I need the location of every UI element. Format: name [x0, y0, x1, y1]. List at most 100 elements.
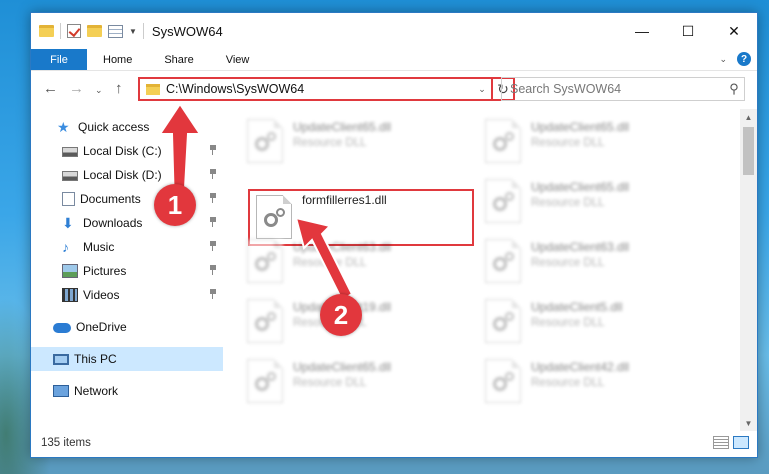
file-tile[interactable]: UpdateClient42.dll Resource DLL [465, 355, 697, 409]
divider [142, 23, 144, 39]
dll-file-icon [485, 359, 521, 403]
cloud-icon [53, 323, 71, 333]
file-name: UpdateClient63.dll [293, 240, 392, 254]
search-box[interactable]: Search SysWOW64 ⚲ [501, 77, 745, 101]
file-tile[interactable]: UpdateClient65.dll Resource DLL [227, 115, 459, 169]
dll-file-icon [485, 299, 521, 343]
network-icon [53, 385, 69, 397]
pictures-icon [62, 264, 78, 278]
file-tile[interactable]: UpdateClient65.dll Resource DLL [465, 115, 697, 169]
divider [60, 23, 61, 39]
pin-icon [209, 169, 217, 179]
sidebar-item-videos[interactable]: Videos [31, 283, 223, 307]
close-button[interactable]: ✕ [711, 13, 757, 49]
tab-file[interactable]: File [31, 49, 87, 70]
sidebar-item-network[interactable]: Network [31, 379, 223, 403]
sidebar-item-label: This PC [74, 352, 117, 366]
maximize-button[interactable]: ☐ [665, 13, 711, 49]
videos-icon [62, 288, 78, 302]
dll-file-icon [485, 239, 521, 283]
sidebar-item-label: Network [74, 384, 119, 398]
file-tile[interactable]: UpdateClient65.dll Resource DLL [227, 355, 459, 409]
file-tile[interactable]: UpdateClient5.dll Resource DLL [465, 295, 697, 349]
sidebar-item-label: Local Disk (D:) [83, 168, 162, 182]
download-icon: ⬇ [62, 215, 74, 231]
back-arrow-icon[interactable]: ← [43, 80, 58, 97]
navigation-bar: ← → ⌄ ↑ C:\Windows\SysWOW64 ⌄ ↻ Search S… [31, 71, 757, 109]
properties-check-icon[interactable] [67, 24, 81, 38]
minimize-button[interactable]: — [619, 13, 665, 49]
file-type: Resource DLL [293, 377, 367, 389]
item-count: 135 items [41, 437, 91, 449]
file-tile[interactable]: UpdateClient65.dll Resource DLL [465, 175, 697, 229]
annotation-badge-2: 2 [320, 294, 362, 336]
file-type: Resource DLL [531, 377, 605, 389]
sidebar-item-pictures[interactable]: Pictures [31, 259, 223, 283]
drive-icon [62, 171, 78, 181]
details-view-icon[interactable] [713, 436, 729, 449]
address-path: C:\Windows\SysWOW64 [166, 82, 305, 96]
search-icon: ⚲ [729, 81, 739, 96]
file-name: UpdateClient63.dll [531, 240, 630, 254]
sidebar-item-label: OneDrive [76, 320, 127, 334]
file-type: Resource DLL [531, 317, 605, 329]
address-bar[interactable]: C:\Windows\SysWOW64 ⌄ [138, 77, 493, 101]
folder-icon [39, 25, 54, 37]
tab-home[interactable]: Home [87, 49, 148, 70]
sidebar-item-local-disk-c[interactable]: Local Disk (C:) [31, 139, 223, 163]
sidebar-item-local-disk-d[interactable]: Local Disk (D:) [31, 163, 223, 187]
new-folder-icon[interactable] [87, 25, 102, 37]
large-icons-view-icon[interactable] [733, 436, 749, 449]
star-icon: ★ [57, 119, 70, 135]
up-arrow-icon[interactable]: ↑ [115, 80, 123, 97]
sidebar-item-quick-access[interactable]: ★ Quick access [31, 115, 223, 139]
dll-file-icon [247, 359, 283, 403]
file-name: UpdateClient65.dll [531, 180, 630, 194]
file-tile[interactable]: UpdateClient63.dll Resource DLL [227, 235, 459, 289]
dll-file-icon [247, 239, 283, 283]
properties-icon[interactable] [108, 24, 123, 38]
file-type: Resource DLL [531, 197, 605, 209]
sidebar-item-label: Music [83, 240, 115, 254]
expand-ribbon-icon[interactable]: ⌄ [719, 54, 727, 65]
tab-view[interactable]: View [210, 49, 266, 70]
scrollbar-thumb[interactable] [743, 127, 754, 175]
music-icon: ♪ [62, 239, 69, 255]
status-bar: 135 items [31, 429, 757, 457]
pin-icon [209, 193, 217, 203]
file-tile[interactable]: UpdateClient63.dll Resource DLL [465, 235, 697, 289]
drive-icon [62, 147, 78, 157]
forward-arrow-icon[interactable]: → [69, 80, 84, 97]
recent-locations-chevron-icon[interactable]: ⌄ [95, 85, 103, 96]
file-name: UpdateClient5.dll [531, 300, 623, 314]
dll-file-icon [485, 179, 521, 223]
scroll-up-icon[interactable]: ▲ [740, 109, 757, 125]
file-list: UpdateClient65.dll Resource DLL formfille… [227, 109, 743, 431]
vertical-scrollbar[interactable]: ▲ ▼ [740, 109, 757, 431]
file-type: Resource DLL [293, 257, 367, 269]
sidebar-item-music[interactable]: ♪ Music [31, 235, 223, 259]
sidebar-item-label: Downloads [83, 216, 143, 230]
pin-icon [209, 217, 217, 227]
customize-toolbar-dropdown-icon[interactable]: ▼ [129, 27, 137, 36]
quick-access-toolbar: ▼ [31, 23, 144, 39]
file-explorer-window: ▼ SysWOW64 — ☐ ✕ File Home Share View ⌄ … [30, 12, 758, 458]
pin-icon [209, 241, 217, 251]
sidebar-item-downloads[interactable]: ⬇ Downloads [31, 211, 223, 235]
file-type: Resource DLL [293, 137, 367, 149]
pin-icon [209, 289, 217, 299]
sidebar-item-label: Quick access [78, 120, 150, 134]
window-controls: — ☐ ✕ [619, 13, 757, 49]
file-name: UpdateClient42.dll [531, 360, 630, 374]
search-placeholder: Search SysWOW64 [510, 82, 622, 96]
sidebar-item-this-pc[interactable]: This PC [31, 347, 223, 371]
pin-icon [209, 145, 217, 155]
file-name: formfillerres1.dll [302, 193, 387, 207]
address-dropdown-icon[interactable]: ⌄ [473, 84, 491, 95]
tab-share[interactable]: Share [148, 49, 209, 70]
sidebar-item-onedrive[interactable]: OneDrive [31, 315, 223, 339]
file-name: UpdateClient65.dll [531, 120, 630, 134]
file-name: UpdateClient65.dll [293, 120, 392, 134]
computer-icon [53, 353, 69, 365]
help-icon[interactable]: ? [737, 52, 751, 66]
